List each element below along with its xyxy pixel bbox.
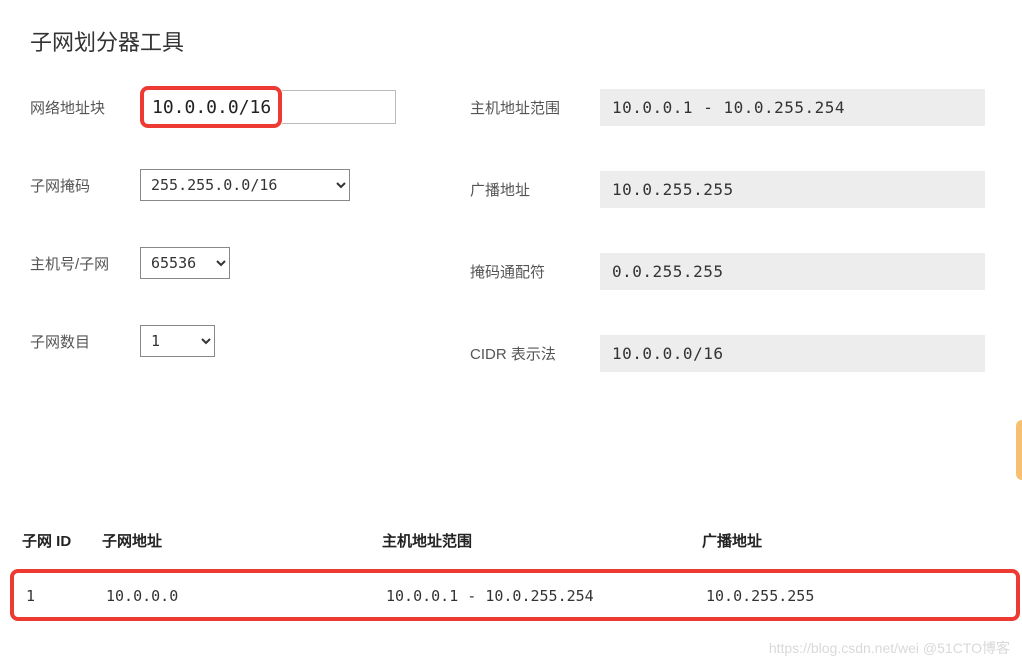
label-hosts-per-subnet: 主机号/子网	[30, 253, 140, 274]
table-header-row: 子网 ID 子网地址 主机地址范围 广播地址	[22, 530, 1012, 569]
main-form-area: 网络地址块 子网掩码 255.255.0.0/16 主机号/子网 65536 子…	[0, 57, 1022, 415]
row-subnet-count: 子网数目 1	[30, 321, 470, 361]
value-cidr: 10.0.0.0/16	[600, 335, 985, 372]
input-network-block[interactable]	[148, 93, 274, 121]
row-hosts-per-subnet: 主机号/子网 65536	[30, 243, 470, 283]
value-broadcast: 10.0.255.255	[600, 171, 985, 208]
th-subnet-id: 子网 ID	[22, 530, 102, 551]
edge-decoration	[1016, 420, 1022, 480]
row-wildcard: 掩码通配符 0.0.255.255	[470, 251, 1010, 291]
row-cidr: CIDR 表示法 10.0.0.0/16	[470, 333, 1010, 373]
label-network-block: 网络地址块	[30, 97, 140, 118]
select-subnet-count[interactable]: 1	[140, 325, 215, 357]
row-broadcast: 广播地址 10.0.255.255	[470, 169, 1010, 209]
left-column: 网络地址块 子网掩码 255.255.0.0/16 主机号/子网 65536 子…	[30, 87, 470, 415]
row-network-block: 网络地址块	[30, 87, 470, 127]
th-host-range: 主机地址范围	[382, 530, 702, 551]
select-subnet-mask[interactable]: 255.255.0.0/16	[140, 169, 350, 201]
td-host-range: 10.0.0.1 - 10.0.255.254	[386, 587, 706, 605]
value-host-range: 10.0.0.1 - 10.0.255.254	[600, 89, 985, 126]
highlight-network-block	[140, 86, 282, 128]
subnet-table: 子网 ID 子网地址 主机地址范围 广播地址 1 10.0.0.0 10.0.0…	[22, 530, 1012, 621]
highlight-table-row: 1 10.0.0.0 10.0.0.1 - 10.0.255.254 10.0.…	[10, 569, 1020, 621]
row-subnet-mask: 子网掩码 255.255.0.0/16	[30, 165, 470, 205]
td-subnet-addr: 10.0.0.0	[106, 587, 386, 605]
label-subnet-mask: 子网掩码	[30, 175, 140, 196]
page-title: 子网划分器工具	[0, 0, 1022, 57]
td-broadcast: 10.0.255.255	[706, 587, 906, 605]
label-broadcast: 广播地址	[470, 179, 600, 200]
value-wildcard: 0.0.255.255	[600, 253, 985, 290]
watermark: https://blog.csdn.net/wei @51CTO博客	[769, 638, 1010, 658]
table-row: 1 10.0.0.0 10.0.0.1 - 10.0.255.254 10.0.…	[14, 587, 1016, 605]
label-wildcard: 掩码通配符	[470, 261, 600, 282]
label-cidr: CIDR 表示法	[470, 343, 600, 364]
input-network-block-extension[interactable]	[282, 90, 396, 124]
td-subnet-id: 1	[26, 587, 106, 605]
th-broadcast: 广播地址	[702, 530, 902, 551]
label-host-range: 主机地址范围	[470, 97, 600, 118]
th-subnet-addr: 子网地址	[102, 530, 382, 551]
label-subnet-count: 子网数目	[30, 331, 140, 352]
select-hosts-per-subnet[interactable]: 65536	[140, 247, 230, 279]
right-column: 主机地址范围 10.0.0.1 - 10.0.255.254 广播地址 10.0…	[470, 87, 1010, 415]
row-host-range: 主机地址范围 10.0.0.1 - 10.0.255.254	[470, 87, 1010, 127]
